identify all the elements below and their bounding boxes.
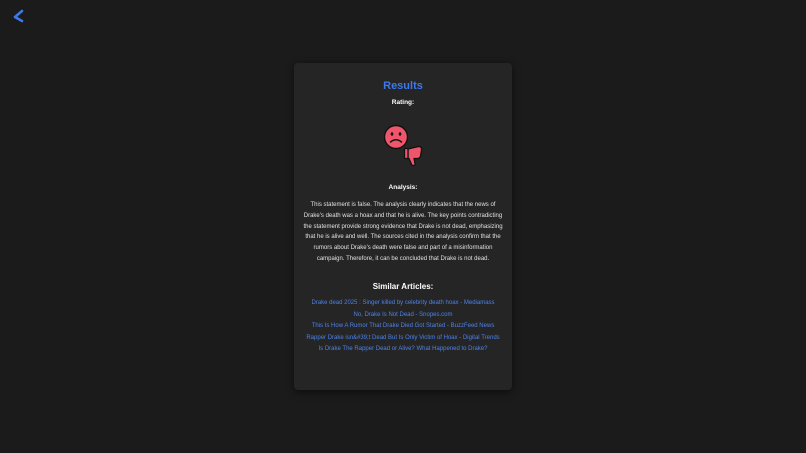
list-item: This Is How A Rumor That Drake Died Got … xyxy=(304,323,502,331)
article-link[interactable]: Is Drake The Rapper Dead or Alive? What … xyxy=(304,346,502,354)
article-link[interactable]: Drake dead 2025 : Singer killed by celeb… xyxy=(304,300,502,308)
back-button[interactable] xyxy=(10,6,28,28)
article-link[interactable]: This Is How A Rumor That Drake Died Got … xyxy=(304,323,502,331)
similar-articles-list: Drake dead 2025 : Singer killed by celeb… xyxy=(304,300,502,358)
rating-label: Rating: xyxy=(391,99,415,106)
list-item: Drake dead 2025 : Singer killed by celeb… xyxy=(304,300,502,308)
list-item: Is Drake The Rapper Dead or Alive? What … xyxy=(304,346,502,354)
list-item: No, Drake Is Not Dead - Snopes.com xyxy=(304,312,502,320)
article-link[interactable]: Rapper Drake isn&#39;t Dead But Is Only … xyxy=(304,335,502,343)
sad-face-thumbs-down-icon xyxy=(383,124,423,167)
article-link[interactable]: No, Drake Is Not Dead - Snopes.com xyxy=(304,312,502,320)
analysis-label: Analysis: xyxy=(388,184,418,191)
similar-articles-heading: Similar Articles: xyxy=(372,282,434,291)
results-title: Results xyxy=(383,80,423,92)
analysis-text: This statement is false. The analysis cl… xyxy=(303,202,503,262)
chevron-left-icon xyxy=(13,9,24,23)
results-card: Results Rating: Analysis: This statement… xyxy=(294,63,512,390)
list-item: Rapper Drake isn&#39;t Dead But Is Only … xyxy=(304,335,502,343)
